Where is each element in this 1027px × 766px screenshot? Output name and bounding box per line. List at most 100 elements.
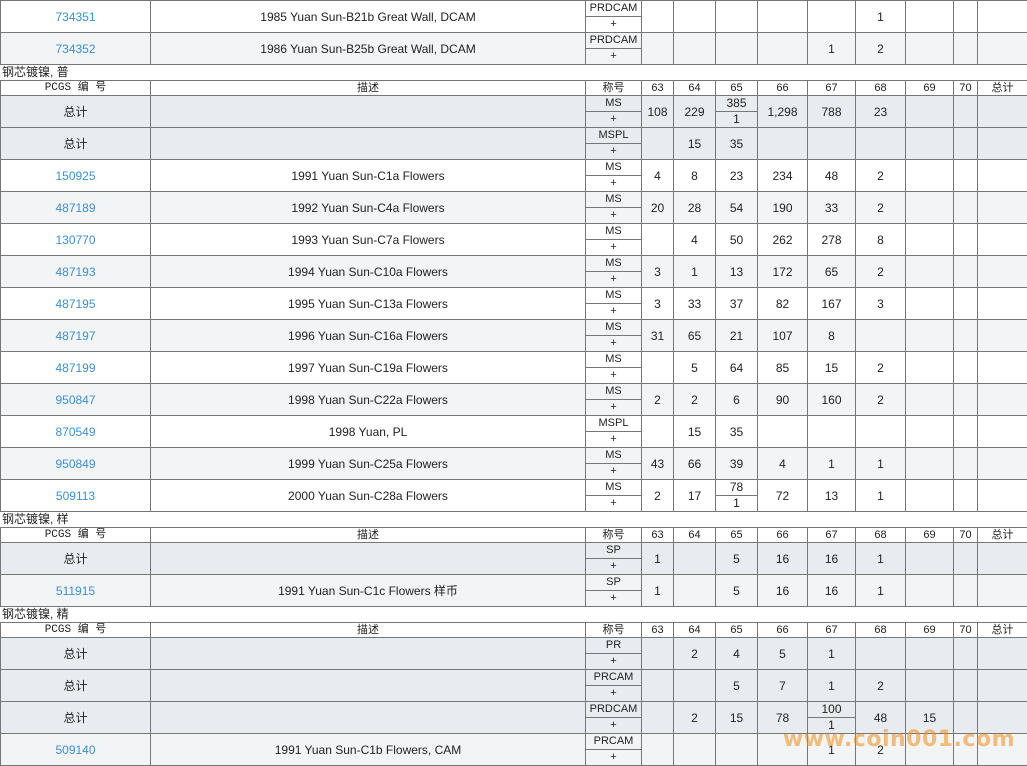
grade-count-cell (978, 638, 1027, 670)
pcgs-id-link[interactable]: 734352 (55, 42, 95, 56)
grade-count-cell (906, 543, 954, 575)
pcgs-id-link[interactable]: 870549 (55, 425, 95, 439)
grade-count-cell (716, 33, 758, 65)
grade-count-cell (954, 288, 978, 320)
grade-count-cell (954, 256, 978, 288)
pcgs-id-link[interactable]: 487189 (55, 201, 95, 215)
header-row: PCGS 编 号描述称号6364656667686970总计 (1, 528, 1027, 543)
pcgs-id-link[interactable]: 950849 (55, 457, 95, 471)
pcgs-id-cell[interactable]: 734351 (1, 1, 151, 33)
grade-count-cell (978, 416, 1027, 448)
description-cell (151, 702, 586, 734)
grade-cell: MS+ (586, 352, 642, 384)
column-header: 65 (716, 623, 758, 638)
grade-count-cell: 39 (716, 448, 758, 480)
grade-count-cell (808, 1, 856, 33)
pcgs-id-cell[interactable]: 487189 (1, 192, 151, 224)
column-header: 描述 (151, 623, 586, 638)
grade-count-cell (954, 192, 978, 224)
grade-plus: + (586, 49, 641, 64)
pcgs-id-link[interactable]: 130770 (55, 233, 95, 247)
grade-count-cell (808, 416, 856, 448)
grade-count-cell: 8 (808, 320, 856, 352)
pcgs-id-link[interactable]: 734351 (55, 10, 95, 24)
column-header: 描述 (151, 528, 586, 543)
pcgs-id-cell[interactable]: 487199 (1, 352, 151, 384)
grade-count-cell (954, 224, 978, 256)
grade-count-cell: 16 (808, 543, 856, 575)
pcgs-id-cell[interactable]: 511915 (1, 575, 151, 607)
grade-count-cell: 33 (808, 192, 856, 224)
column-header: 63 (642, 81, 674, 96)
grade-count-cell: 3 (642, 288, 674, 320)
pcgs-id-cell[interactable]: 487197 (1, 320, 151, 352)
grade-count-cell (978, 384, 1027, 416)
description-cell: 1985 Yuan Sun-B21b Great Wall, DCAM (151, 1, 586, 33)
grade-count-cell: 5 (758, 638, 808, 670)
description-cell: 1999 Yuan Sun-C25a Flowers (151, 448, 586, 480)
pcgs-id-link[interactable]: 487197 (55, 329, 95, 343)
grade-count-cell: 16 (808, 575, 856, 607)
grade-cell: MSPL+ (586, 128, 642, 160)
grade-count-cell (674, 575, 716, 607)
grade-cell: SP+ (586, 575, 642, 607)
pcgs-id-cell[interactable]: 509140 (1, 734, 151, 766)
grade-plus: + (586, 272, 641, 287)
pcgs-id-link[interactable]: 487199 (55, 361, 95, 375)
grade-count-cell (954, 638, 978, 670)
grade-count-cell (978, 288, 1027, 320)
pcgs-id-link[interactable]: 509140 (55, 743, 95, 757)
grade-cell: MSPL+ (586, 416, 642, 448)
total-row: 总计MS+10822938511,298788232,958 (1, 96, 1027, 128)
grade-plus: + (586, 304, 641, 319)
grade-count-cell (642, 670, 674, 702)
pop-table: PCGS 编 号描述称号6364656667686970总计总计MS+10822… (0, 80, 1027, 512)
pcgs-id-cell[interactable]: 950847 (1, 384, 151, 416)
pcgs-id-cell[interactable]: 734352 (1, 33, 151, 65)
pcgs-id-link[interactable]: 511915 (56, 584, 95, 598)
column-header: 70 (954, 528, 978, 543)
grade-count-cell: 278 (808, 224, 856, 256)
grade-count-cell: 5 (716, 575, 758, 607)
grade-count-cell: 3 (856, 288, 906, 320)
description-cell: 1993 Yuan Sun-C7a Flowers (151, 224, 586, 256)
pcgs-id-link[interactable]: 950847 (55, 393, 95, 407)
grade-count-cell (954, 575, 978, 607)
pcgs-id-cell[interactable]: 487195 (1, 288, 151, 320)
grade-count-cell: 48 (808, 160, 856, 192)
grade-count-cell: 33 (674, 288, 716, 320)
pcgs-id-cell[interactable]: 509113 (1, 480, 151, 512)
pcgs-id-cell[interactable]: 870549 (1, 416, 151, 448)
grade-count-cell (954, 128, 978, 160)
pcgs-id-link[interactable]: 509113 (56, 489, 95, 503)
grade-cell: MS+ (586, 448, 642, 480)
grade-label: PR (586, 638, 641, 654)
pcgs-id-link[interactable]: 487193 (55, 265, 95, 279)
column-header: 称号 (586, 528, 642, 543)
pcgs-id-cell: 总计 (1, 670, 151, 702)
header-row: PCGS 编 号描述称号6364656667686970总计 (1, 623, 1027, 638)
grade-count-cell: 2 (642, 384, 674, 416)
total-row: 总计SP+151616139 (1, 543, 1027, 575)
grade-count-cell (954, 352, 978, 384)
description-cell: 1997 Yuan Sun-C19a Flowers (151, 352, 586, 384)
grade-label: PRCAM (586, 670, 641, 686)
grade-count-cell: 13 (808, 480, 856, 512)
grade-cell: MS+ (586, 288, 642, 320)
pcgs-id-cell[interactable]: 150925 (1, 160, 151, 192)
pcgs-id-cell[interactable]: 487193 (1, 256, 151, 288)
grade-count-cell: 1,298 (758, 96, 808, 128)
table-row: 1307701993 Yuan Sun-C7a FlowersMS+450262… (1, 224, 1027, 256)
grade-plus: + (586, 17, 641, 32)
description-cell: 1992 Yuan Sun-C4a Flowers (151, 192, 586, 224)
count-plus-value: 1 (716, 496, 757, 511)
pcgs-id-link[interactable]: 487195 (55, 297, 95, 311)
grade-count-cell: 1 (808, 670, 856, 702)
grade-count-cell (674, 1, 716, 33)
grade-count-cell: 20 (642, 192, 674, 224)
column-header: 70 (954, 81, 978, 96)
pcgs-id-cell[interactable]: 950849 (1, 448, 151, 480)
pcgs-id-link[interactable]: 150925 (55, 169, 95, 183)
grade-count-cell (954, 543, 978, 575)
pcgs-id-cell[interactable]: 130770 (1, 224, 151, 256)
